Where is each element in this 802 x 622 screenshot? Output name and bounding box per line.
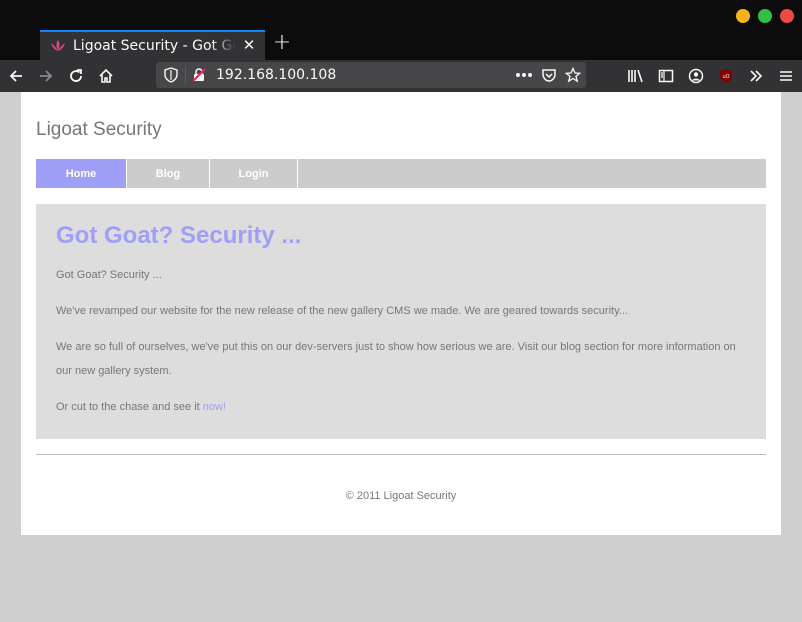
url-bar[interactable]: 192.168.100.108 (156, 62, 586, 88)
page-container: Ligoat Security Home Blog Login Got Goat… (21, 92, 781, 535)
main-menu: Home Blog Login (36, 159, 766, 188)
window-close-button[interactable] (780, 9, 794, 23)
hamburger-menu-icon[interactable] (776, 66, 796, 86)
tab-title: Ligoat Security - Got Goat? Security ... (73, 38, 236, 54)
star-icon[interactable] (564, 66, 582, 84)
window-maximize-button[interactable] (758, 9, 772, 23)
intro-paragraph: Got Goat? Security ... (56, 269, 162, 281)
svg-text:uO: uO (722, 74, 729, 80)
plus-icon: + (272, 30, 292, 55)
chevrons-right-icon[interactable] (746, 66, 766, 86)
menu-item-login[interactable]: Login (210, 159, 298, 188)
close-icon[interactable]: ✕ (241, 37, 257, 53)
back-arrow-icon[interactable] (6, 66, 26, 86)
cta-text: Or cut to the chase and see it (56, 401, 203, 413)
shield-icon[interactable] (162, 66, 180, 84)
dev-servers-paragraph: We are so full of ourselves, we've put t… (56, 341, 736, 377)
sidebar-icon[interactable] (656, 66, 676, 86)
reload-icon[interactable] (66, 66, 86, 86)
site-title: Ligoat Security (36, 119, 162, 140)
menu-item-home[interactable]: Home (36, 159, 127, 188)
library-icon[interactable] (626, 66, 646, 86)
footer-copyright: © 2011 Ligoat Security (345, 490, 457, 502)
browser-tab[interactable]: Ligoat Security - Got Goat? Security ...… (40, 30, 265, 60)
url-bar-separator (185, 66, 186, 84)
new-tab-button[interactable]: + (272, 30, 292, 55)
now-link[interactable]: now! (203, 401, 226, 413)
url-text[interactable]: 192.168.100.108 (216, 67, 336, 83)
window-minimize-button[interactable] (736, 9, 750, 23)
lotus-icon (49, 37, 67, 55)
revamp-paragraph: We've revamped our website for the new r… (56, 305, 628, 317)
main-content: Got Goat? Security ... Got Goat? Securit… (36, 204, 766, 439)
cta-paragraph: Or cut to the chase and see it now! (56, 395, 746, 419)
page-heading: Got Goat? Security ... (56, 222, 302, 249)
footer-divider (36, 454, 766, 455)
insecure-lock-icon[interactable] (190, 66, 208, 84)
home-icon[interactable] (96, 66, 116, 86)
ublock-icon[interactable]: uO (716, 66, 736, 86)
pocket-icon[interactable] (540, 66, 558, 84)
menu-item-blog[interactable]: Blog (127, 159, 210, 188)
account-icon[interactable] (686, 66, 706, 86)
browser-titlebar: Ligoat Security - Got Goat? Security ...… (0, 0, 802, 60)
page-viewport: Ligoat Security Home Blog Login Got Goat… (0, 92, 802, 622)
more-dots-icon[interactable] (515, 66, 533, 84)
forward-arrow-icon[interactable] (36, 66, 56, 86)
